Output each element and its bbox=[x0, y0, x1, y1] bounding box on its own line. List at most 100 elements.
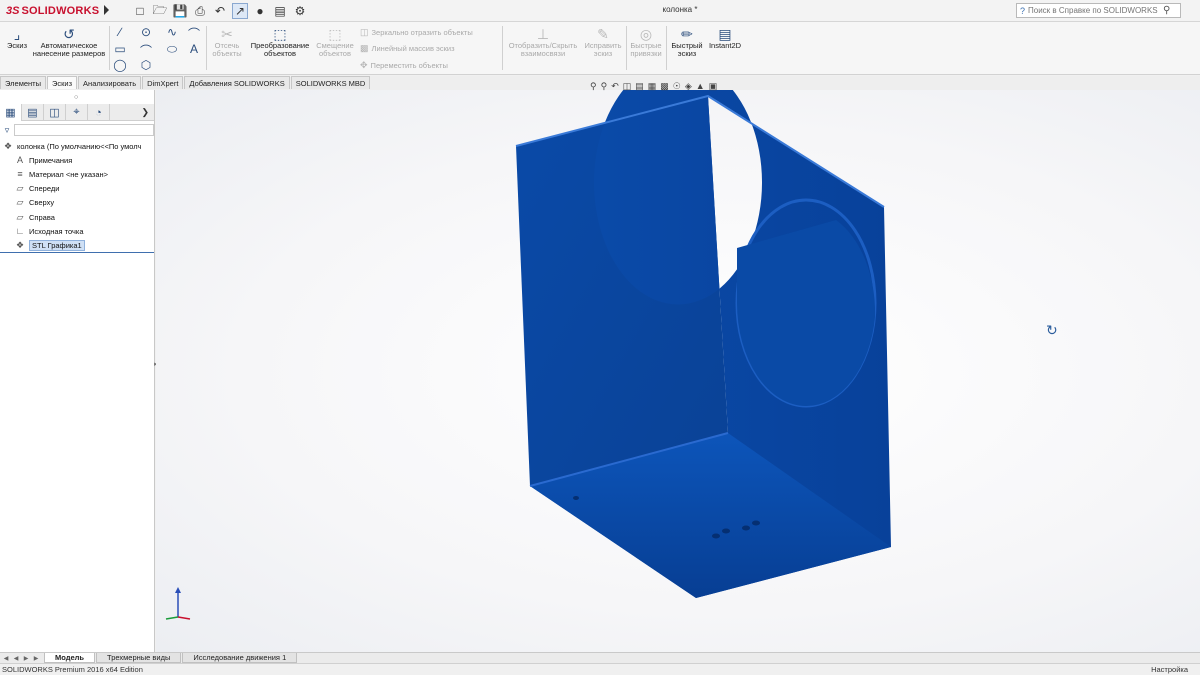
undo-icon[interactable]: ↶ bbox=[212, 3, 228, 19]
rebuild-icon[interactable]: ● bbox=[252, 3, 268, 19]
title-bar: 3S SOLIDWORKS □ 🗁 💾 ⎙ ↶ ↗ ● ▤ ⚙ колонка … bbox=[0, 0, 1200, 22]
arc-icon[interactable]: ⌒ bbox=[138, 42, 154, 58]
command-manager: ⌟ Эскиз ↺ Автоматическое нанесение разме… bbox=[0, 22, 1200, 75]
help-search-box[interactable]: ? ⚲ bbox=[1016, 3, 1181, 18]
repair-sketch-button[interactable]: ✎ Исправить эскиз bbox=[582, 26, 624, 58]
tab-mbd[interactable]: SOLIDWORKS MBD bbox=[290, 76, 371, 89]
tab-sketch[interactable]: Эскиз bbox=[46, 76, 78, 89]
chevron-right-icon[interactable]: ❯ bbox=[141, 107, 149, 118]
first-tab-icon[interactable]: ◀ bbox=[2, 655, 10, 662]
display-relations-button[interactable]: ⊥ Отобразить/Скрыть взаимосвязи bbox=[506, 26, 580, 58]
slot-icon[interactable]: ◯ bbox=[112, 58, 128, 74]
save-icon[interactable]: 💾 bbox=[172, 3, 188, 19]
tab-dimxpert[interactable]: DimXpert bbox=[142, 76, 184, 89]
rapid-sketch-button[interactable]: ✏ Быстрый эскиз bbox=[668, 26, 706, 58]
section-view-icon[interactable]: ◫ bbox=[623, 81, 632, 92]
search-icon[interactable]: ⚲ bbox=[1163, 5, 1170, 16]
edit-appearance-icon[interactable]: ◈ bbox=[685, 81, 692, 92]
rotate-view-cursor-icon: ↻ bbox=[1046, 322, 1058, 338]
rectangle-icon[interactable]: ▭ bbox=[112, 42, 128, 58]
quick-snaps-button[interactable]: ◎ Быстрые привязки bbox=[628, 26, 664, 58]
ellipse-icon[interactable]: ⬭ bbox=[164, 42, 180, 58]
tab-motion-study[interactable]: Исследование движения 1 bbox=[182, 653, 298, 663]
zoom-to-area-icon[interactable]: ⚲ bbox=[601, 81, 608, 92]
help-search-input[interactable] bbox=[1028, 6, 1164, 15]
file-properties-icon[interactable]: ▤ bbox=[272, 3, 288, 19]
tree-filter: ▿ bbox=[0, 123, 154, 137]
tab-evaluate[interactable]: Анализировать bbox=[78, 76, 142, 89]
bottom-hole bbox=[712, 533, 720, 539]
tree-item-right-plane[interactable]: ▱ Справа bbox=[0, 210, 154, 224]
panel-drag-handle-icon[interactable]: ○ bbox=[74, 94, 78, 101]
sketch-button[interactable]: ⌟ Эскиз bbox=[4, 26, 30, 50]
separator bbox=[206, 26, 207, 70]
tab-addins[interactable]: Добавления SOLIDWORKS bbox=[184, 76, 290, 89]
hide-show-items-icon[interactable]: ☉ bbox=[673, 81, 681, 92]
spline-icon[interactable]: ∿ bbox=[164, 25, 180, 41]
tab-model[interactable]: Модель bbox=[44, 653, 96, 663]
solidworks-logo[interactable]: 3S SOLIDWORKS bbox=[6, 3, 99, 19]
instant2d-button[interactable]: ▤ Instant2D bbox=[706, 26, 744, 50]
instant2d-icon: ▤ bbox=[718, 26, 732, 42]
tab-features[interactable]: Элементы bbox=[0, 76, 46, 89]
rapid-sketch-label: Быстрый эскиз bbox=[671, 41, 703, 58]
separator bbox=[109, 26, 110, 70]
filter-input[interactable] bbox=[14, 124, 154, 136]
polygon-icon[interactable]: ⬡ bbox=[138, 58, 154, 74]
line-icon[interactable]: ∕ bbox=[112, 25, 128, 41]
open-icon[interactable]: 🗁 bbox=[152, 3, 168, 19]
options-icon[interactable]: ⚙ bbox=[292, 3, 308, 19]
tree-item-material[interactable]: ≡ Материал <не указан> bbox=[0, 167, 154, 181]
relations-icon: ⊥ bbox=[536, 26, 550, 42]
quick-access-toolbar: □ 🗁 💾 ⎙ ↶ ↗ ● ▤ ⚙ bbox=[132, 2, 308, 20]
text-icon[interactable]: A bbox=[186, 42, 202, 58]
rollback-bar[interactable] bbox=[0, 252, 154, 253]
offset-entities-button[interactable]: ⬚ Смещение объектов bbox=[314, 26, 356, 58]
customize-button[interactable]: Настройка bbox=[1151, 665, 1188, 674]
convert-entities-label: Преобразование объектов bbox=[250, 41, 310, 58]
smart-dimension-button[interactable]: ↺ Автоматическое нанесение размеров bbox=[30, 26, 108, 58]
view-settings-icon[interactable]: ▣ bbox=[709, 81, 718, 92]
print-icon[interactable]: ⎙ bbox=[192, 3, 208, 19]
tab-3d-views[interactable]: Трехмерные виды bbox=[96, 653, 182, 663]
tree-item-label: Исходная точка bbox=[29, 226, 84, 236]
fillet-icon[interactable]: ⌒ bbox=[186, 25, 202, 41]
linear-pattern-button[interactable]: ▩ Линейный массив эскиз bbox=[360, 43, 455, 54]
zoom-to-fit-icon[interactable]: ⚲ bbox=[590, 81, 597, 92]
select-icon[interactable]: ↗ bbox=[232, 3, 248, 19]
display-style-icon[interactable]: ▩ bbox=[660, 81, 669, 92]
apply-scene-icon[interactable]: ▲ bbox=[696, 81, 705, 91]
tree-item-top-plane[interactable]: ▱ Сверху bbox=[0, 196, 154, 210]
tree-item-front-plane[interactable]: ▱ Спереди bbox=[0, 182, 154, 196]
new-icon[interactable]: □ bbox=[132, 3, 148, 19]
filter-icon[interactable]: ▿ bbox=[0, 125, 14, 136]
graphics-area[interactable]: ↻ bbox=[156, 90, 1200, 652]
move-entities-button[interactable]: ✥ Переместить объекты bbox=[360, 60, 448, 71]
tree-root-part[interactable]: ❖ колонка (По умолчанию<<По умолч bbox=[0, 139, 154, 153]
prev-tab-icon[interactable]: ◀ bbox=[12, 655, 20, 662]
view-orientation-icon[interactable]: ▦ bbox=[648, 81, 657, 92]
dimxpert-manager-tab-icon[interactable]: ⌖ bbox=[66, 104, 88, 121]
logo-text: SOLIDWORKS bbox=[21, 5, 100, 17]
previous-view-icon[interactable]: ↶ bbox=[611, 81, 619, 92]
feature-manager-tab-icon[interactable]: ▦ bbox=[0, 104, 22, 121]
mirror-entities-button[interactable]: ◫ Зеркально отразить объекты bbox=[360, 27, 473, 38]
circle-icon[interactable]: ⊙ bbox=[138, 25, 154, 41]
menu-expand-arrow-icon[interactable] bbox=[104, 5, 109, 15]
dynamic-annotation-icon[interactable]: ▤ bbox=[635, 81, 644, 92]
tree-item-annotations[interactable]: A Примечания bbox=[0, 153, 154, 167]
convert-entities-button[interactable]: ⬚ Преобразование объектов bbox=[246, 26, 314, 58]
last-tab-icon[interactable]: ▶ bbox=[32, 655, 40, 662]
property-manager-tab-icon[interactable]: ▤ bbox=[22, 104, 44, 121]
display-relations-label: Отобразить/Скрыть взаимосвязи bbox=[508, 41, 578, 58]
plane-icon: ▱ bbox=[16, 211, 24, 222]
next-tab-icon[interactable]: ▶ bbox=[22, 655, 30, 662]
display-manager-tab-icon[interactable]: ◔ bbox=[88, 104, 110, 121]
stl-box-model[interactable] bbox=[156, 90, 1200, 652]
origin-icon: ∟ bbox=[15, 225, 25, 236]
trim-entities-button[interactable]: ✂ Отсечь объекты bbox=[210, 26, 244, 58]
configuration-manager-tab-icon[interactable]: ◫ bbox=[44, 104, 66, 121]
tree-item-origin[interactable]: ∟ Исходная точка bbox=[0, 224, 154, 238]
tree-item-stl-graphics[interactable]: ❖ STL Графика1 bbox=[0, 238, 154, 252]
separator bbox=[502, 26, 503, 70]
